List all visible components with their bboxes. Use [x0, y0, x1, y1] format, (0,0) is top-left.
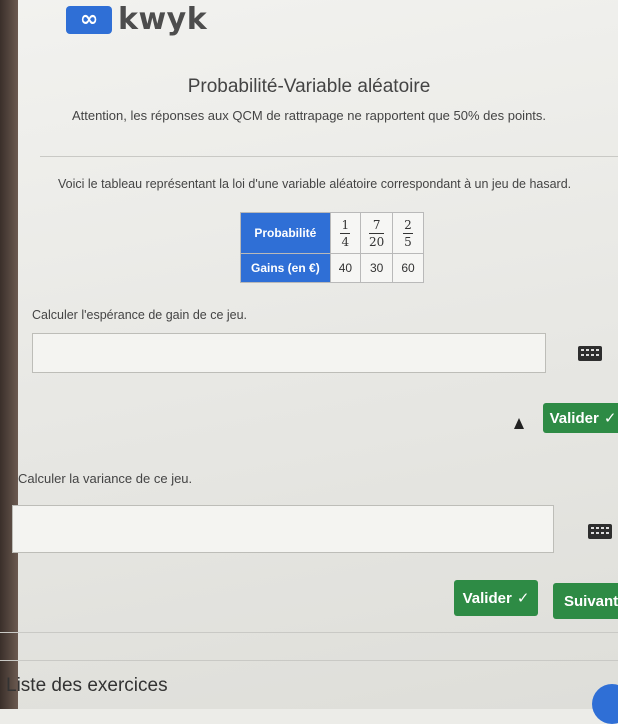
table-cell: 1 4 [329, 212, 362, 254]
answer-input-expectation[interactable] [32, 333, 546, 373]
divider [0, 660, 618, 661]
device-bezel [0, 0, 18, 709]
infinity-icon: ∞ [66, 5, 112, 34]
fraction: 7 20 [369, 217, 385, 249]
validate-label: Valider [462, 589, 512, 607]
floating-action-button[interactable] [592, 684, 618, 724]
divider [40, 156, 618, 157]
check-icon: ✓ [516, 589, 530, 607]
fraction-numerator: 2 [404, 217, 412, 232]
table-header-probability: Probabilité [240, 212, 331, 254]
answer-input-variance[interactable] [12, 505, 554, 553]
warning-text: Attention, les réponses aux QCM de rattr… [71, 108, 547, 123]
fraction-denominator: 5 [404, 234, 412, 249]
validate-label: Valider [549, 409, 599, 427]
fraction: 1 4 [340, 217, 351, 249]
validate-button-1[interactable]: Valider ✓ [543, 403, 618, 433]
table-header-gains: Gains (en €) [240, 253, 331, 283]
question-expectation: Calculer l'espérance de gain de ce jeu. [32, 308, 248, 322]
validate-button-2[interactable]: Valider ✓ [454, 580, 538, 616]
table-cell: 30 [360, 253, 394, 283]
mouse-cursor-icon [514, 418, 524, 429]
question-variance: Calculer la variance de ce jeu. [18, 471, 193, 486]
fraction-numerator: 1 [341, 217, 350, 232]
table-cell: 60 [392, 253, 424, 283]
page-title: Probabilité-Variable aléatoire [187, 76, 431, 97]
table-cell: 7 20 [360, 212, 394, 254]
divider [0, 632, 618, 633]
logo-text: kwyk [118, 2, 208, 37]
table-row: Probabilité 1 4 7 20 2 5 [240, 212, 424, 254]
exercise-intro: Voici le tableau représentant la loi d'u… [58, 177, 572, 191]
table-cell: 2 5 [392, 212, 424, 254]
keyboard-icon[interactable] [578, 346, 602, 361]
next-button[interactable]: Suivant [553, 583, 618, 619]
kwyk-logo[interactable]: ∞ kwyk [66, 2, 207, 37]
next-label: Suivant [564, 592, 618, 610]
fraction-denominator: 20 [369, 234, 385, 249]
table-cell: 40 [329, 253, 362, 283]
probability-table: Probabilité 1 4 7 20 2 5 Gains (en €) 40… [240, 212, 424, 283]
keyboard-icon[interactable] [588, 524, 612, 539]
fraction-numerator: 7 [372, 217, 381, 232]
table-row: Gains (en €) 40 30 60 [240, 253, 424, 283]
fraction: 2 5 [403, 218, 413, 249]
exercise-list-title: Liste des exercices [6, 675, 168, 696]
check-icon: ✓ [603, 409, 617, 427]
fraction-denominator: 4 [341, 234, 350, 249]
